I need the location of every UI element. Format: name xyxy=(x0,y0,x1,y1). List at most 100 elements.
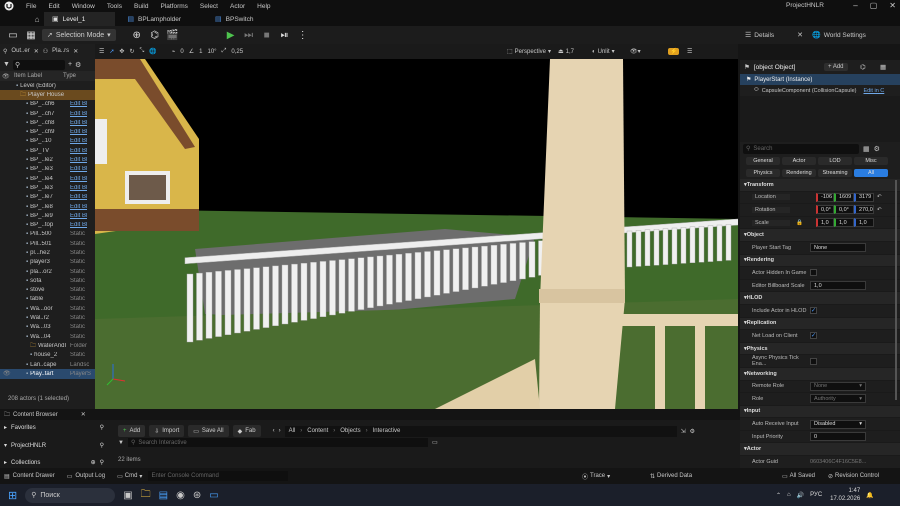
category-physics[interactable]: ▾ Physics xyxy=(740,342,900,356)
perspective-button[interactable]: ⬚ Perspective ▾ xyxy=(507,48,551,56)
layout-icon[interactable]: ▦ xyxy=(880,63,886,71)
outliner-row[interactable]: ▪ BP_..ch8 Edit Bl xyxy=(0,118,95,127)
reset-icon[interactable]: ↶ xyxy=(877,194,882,200)
outliner-row-type[interactable]: Edit Bl xyxy=(70,185,87,191)
selection-mode-button[interactable]: ➚ Selection Mode ▾ xyxy=(42,29,116,41)
diagnostics-button[interactable]: ⇅ Derived Data xyxy=(650,473,692,480)
rotation-x[interactable]: 0,0° xyxy=(816,205,834,215)
outliner-row[interactable]: ▪ Lan..cape Landsc xyxy=(0,360,95,369)
lock-icon[interactable]: 🔒 xyxy=(796,220,816,226)
gear-icon[interactable]: ⚙ xyxy=(690,428,695,435)
settings-icon[interactable]: ☰ xyxy=(687,48,692,55)
angle-value[interactable]: 10° xyxy=(207,49,216,55)
add-component-button[interactable]: + Add xyxy=(824,63,848,71)
save-search-icon[interactable]: ▭ xyxy=(432,439,438,446)
category-object[interactable]: ▾ Object xyxy=(740,229,900,242)
project-row[interactable]: ▾ ProjectHNLR ⚲ xyxy=(4,442,104,450)
visibility-icon[interactable]: 👁 xyxy=(0,370,12,377)
close-icon[interactable]: ✕ xyxy=(81,411,86,418)
net-load-checkbox[interactable]: ✓ xyxy=(810,332,817,340)
search-icon[interactable]: ⚲ xyxy=(100,442,104,449)
outliner-row-type[interactable]: Edit Bl xyxy=(70,194,87,200)
cinematics-icon[interactable]: 🎬 xyxy=(166,28,180,42)
play-icon[interactable]: ▶ xyxy=(224,28,238,42)
breadcrumb-item[interactable]: Content xyxy=(307,428,328,434)
async-physics-checkbox[interactable] xyxy=(810,357,817,365)
outliner-row[interactable]: ▪ house_2 Static xyxy=(0,351,95,360)
outliner-row[interactable]: ▪ BP_..le2 Edit Bl xyxy=(0,155,95,164)
player-start-tag-field[interactable]: None xyxy=(810,243,866,253)
filter-streaming[interactable]: Streaming xyxy=(818,169,852,177)
outliner-search-input[interactable]: ⚲ xyxy=(12,59,65,70)
billboard-scale-field[interactable]: 1,0 xyxy=(810,281,866,291)
menu-item-tools[interactable]: Tools xyxy=(107,3,122,10)
filter-actor[interactable]: Actor xyxy=(782,157,816,165)
windows-start-icon[interactable]: ⊞ xyxy=(8,489,17,502)
fab-button[interactable]: ◆ Fab xyxy=(232,425,261,437)
store-icon[interactable]: ▤ xyxy=(159,490,168,501)
rotate-tool-icon[interactable]: ↻ xyxy=(129,48,134,55)
menu-item-platforms[interactable]: Platforms xyxy=(160,3,187,10)
tab-bplampholder[interactable]: ▤ BPLampholder xyxy=(115,12,211,26)
import-button[interactable]: ⇩ Import xyxy=(149,425,185,437)
world-settings-tab-label[interactable]: World Settings xyxy=(824,32,866,39)
outliner-row[interactable]: ▪ BP_TV Edit Bl xyxy=(0,146,95,155)
details-search-input[interactable]: ⚲ Search xyxy=(743,143,859,154)
outliner-row[interactable]: ▪ BP_..ch6 Edit Bl xyxy=(0,100,95,109)
outliner-row[interactable]: ▪ Level (Editor) xyxy=(0,81,95,90)
outliner-row[interactable]: ▪ Pill..501 Static xyxy=(0,239,95,248)
scale-z[interactable]: 1,0 xyxy=(854,218,874,228)
filter-icon[interactable]: ▼ xyxy=(118,440,124,446)
revision-control-button[interactable]: ⊘ Revision Control xyxy=(828,473,879,480)
close-icon[interactable]: ✕ xyxy=(73,48,78,55)
col-type[interactable]: Type xyxy=(63,73,76,79)
category-hlod[interactable]: ▾ HLOD xyxy=(740,292,900,305)
outliner-row-type[interactable]: Edit Bl xyxy=(70,176,87,182)
category-replication[interactable]: ▾ Replication xyxy=(740,317,900,331)
close-icon[interactable]: ✕ xyxy=(797,31,803,39)
filter-misc[interactable]: Misc xyxy=(854,157,888,165)
maximize-icon[interactable]: ▢ xyxy=(870,1,878,10)
blueprint-menu-icon[interactable]: ⌬ xyxy=(148,28,162,42)
outliner-row[interactable]: ▪ BP_..le8 Edit Bl xyxy=(0,202,95,211)
tab-bpswitch[interactable]: ▤ BPSwitch xyxy=(211,12,283,26)
filter-all[interactable]: All xyxy=(854,169,888,177)
input-priority-field[interactable]: 0 xyxy=(810,432,866,442)
grid-view-icon[interactable]: ▦ xyxy=(863,145,870,153)
outliner-row[interactable]: ▪ Pill..500 Static xyxy=(0,230,95,239)
menu-icon[interactable]: ☰ xyxy=(99,48,104,55)
unreal-taskbar-icon[interactable]: ◉ xyxy=(176,490,185,501)
outliner-row[interactable]: ▪ Wa...oor Static xyxy=(0,304,95,313)
home-icon[interactable]: ⌂ xyxy=(30,15,44,24)
outliner-row[interactable]: ▪ Wa...03 Static xyxy=(0,323,95,332)
outliner-row[interactable]: ▪ BP_..ch7 Edit Bl xyxy=(0,109,95,118)
all-saved-button[interactable]: ▭ All Saved xyxy=(782,473,815,480)
outliner-row[interactable]: ▪ BP_..le3 Edit Bl xyxy=(0,183,95,192)
col-item-label[interactable]: Item Label xyxy=(8,73,63,79)
category-networking[interactable]: ▾ Networking xyxy=(740,367,900,381)
outliner-row[interactable]: ▪ pl...he2 Static xyxy=(0,248,95,257)
angle-snap-icon[interactable]: ∠ xyxy=(189,48,194,55)
show-icon[interactable]: 👁▾ xyxy=(630,48,641,55)
include-hlod-checkbox[interactable]: ✓ xyxy=(810,307,817,315)
viewport[interactable]: ☰ ➚ ✥ ↻ ⤡ 🌐 ⌁ 0 ∠ 1 10° ⤢ 0,25 ⬚ Perspec… xyxy=(95,44,738,409)
outliner-row-type[interactable]: Edit Bl xyxy=(70,157,87,163)
tab-level[interactable]: ▣ Level_1 xyxy=(44,12,116,26)
save-all-button[interactable]: ▭ Save All xyxy=(188,425,229,437)
content-search-input[interactable]: ⚲ Search Interactive xyxy=(127,438,428,447)
launch-icon[interactable]: ⏯ xyxy=(278,28,292,42)
category-transform[interactable]: ▾ Transform xyxy=(740,179,900,192)
more-icon[interactable]: ⋮ xyxy=(296,28,310,42)
add-icon[interactable]: ⊕ xyxy=(91,459,96,466)
move-tool-icon[interactable]: ✥ xyxy=(119,48,124,55)
camera-speed-button[interactable]: ⏏ 1,7 xyxy=(558,48,574,56)
blueprint-icon[interactable]: ⌬ xyxy=(860,63,866,71)
outliner-row[interactable]: 🗀 WaterAndI Folder xyxy=(0,341,95,350)
category-rendering[interactable]: ▾ Rendering xyxy=(740,254,900,268)
scale-snap-icon[interactable]: ⤢ xyxy=(222,48,227,55)
fov-value[interactable]: 1 xyxy=(199,49,202,55)
save-icon[interactable]: ▭ xyxy=(6,28,20,42)
category-input[interactable]: ▾ Input xyxy=(740,405,900,419)
component-capsule[interactable]: ⬭ CapsuleComponent (CollisionCapsule) Ed… xyxy=(740,85,900,96)
reset-icon[interactable]: ↶ xyxy=(877,207,882,213)
